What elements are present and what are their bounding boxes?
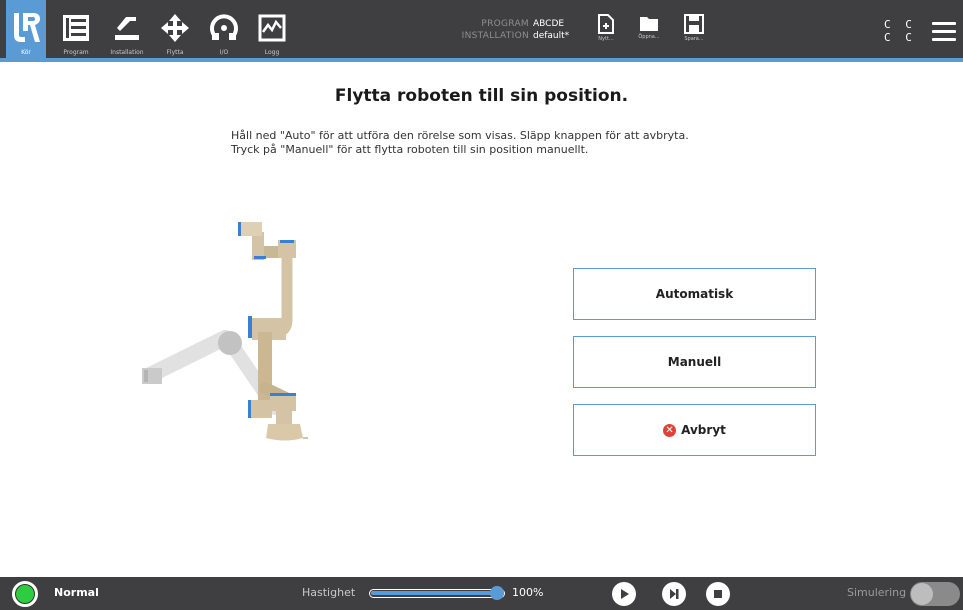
auto-button[interactable]: Automatisk — [573, 268, 816, 320]
speed-slider-handle[interactable] — [490, 586, 504, 600]
nav-move-label: Flytta — [166, 49, 184, 56]
robot-mode-indicator[interactable]: C C C C — [884, 18, 916, 44]
new-file-label: Nytt... — [598, 36, 614, 42]
instructions: Håll ned "Auto" för att utföra den rörel… — [231, 129, 689, 157]
cc-row-2: C C — [884, 31, 916, 44]
ur-logo-icon — [6, 8, 46, 48]
nav-installation-label: Installation — [110, 49, 144, 56]
cc-row-1: C C — [884, 18, 916, 31]
nav-program-label: Program — [63, 49, 89, 56]
footer-bar: Normal Hastighet 100% Simulering — [0, 577, 963, 610]
speed-label: Hastighet — [302, 586, 356, 599]
error-x-icon: ✕ — [663, 423, 677, 437]
step-icon — [670, 589, 679, 599]
app-window: Kör Program Installation Flytta I/O Logg… — [0, 0, 963, 610]
play-button[interactable] — [612, 582, 636, 606]
manual-button-label: Manuell — [667, 355, 722, 369]
speed-slider-fill — [371, 591, 503, 595]
nav-installation[interactable]: Installation — [104, 0, 150, 58]
nav-io-label: I/O — [219, 49, 229, 56]
save-file-label: Spara... — [684, 36, 704, 42]
move-icon — [155, 8, 195, 48]
status-text: Normal — [54, 586, 99, 599]
program-key: PROGRAM — [481, 19, 529, 29]
auto-button-label: Automatisk — [655, 287, 734, 301]
nav-run-label: Kör — [21, 49, 31, 56]
cancel-button[interactable]: ✕ Avbryt — [573, 404, 816, 456]
nav-move[interactable]: Flytta — [155, 0, 195, 58]
program-info: PROGRAM ABCDE INSTALLATION default* — [440, 18, 570, 42]
robot-arm-illustration — [142, 222, 308, 441]
status-indicator-icon[interactable] — [12, 581, 38, 607]
speed-value: 100% — [512, 586, 544, 599]
cancel-button-label: Avbryt — [681, 423, 726, 437]
hamburger-menu-icon[interactable] — [932, 22, 956, 42]
program-icon — [56, 8, 96, 48]
open-file-label: Öppna... — [638, 34, 660, 40]
new-file-icon — [598, 14, 614, 34]
program-name: ABCDE — [533, 19, 565, 29]
open-folder-icon — [640, 17, 658, 31]
nav-log[interactable]: Logg — [252, 0, 292, 58]
nav-program[interactable]: Program — [56, 0, 96, 58]
step-button[interactable] — [662, 582, 686, 606]
simulation-label: Simulering — [847, 586, 907, 599]
speed-slider[interactable] — [369, 586, 505, 600]
io-icon — [204, 8, 244, 48]
simulation-toggle-knob — [911, 583, 933, 605]
nav-log-label: Logg — [264, 49, 280, 56]
stop-button[interactable] — [706, 582, 730, 606]
installation-name: default* — [533, 31, 570, 41]
instruction-line-2: Tryck på "Manuell" för att flytta robote… — [231, 143, 589, 156]
save-icon — [684, 14, 704, 34]
save-file-button[interactable]: Spara... — [676, 14, 712, 58]
simulation-toggle[interactable] — [910, 582, 960, 606]
installation-key: INSTALLATION — [461, 31, 529, 41]
installation-icon — [107, 8, 147, 48]
log-icon — [252, 8, 292, 48]
new-file-button[interactable]: Nytt... — [588, 14, 624, 58]
page-title: Flytta roboten till sin position. — [334, 86, 629, 106]
header-bar: Kör Program Installation Flytta I/O Logg… — [0, 0, 963, 62]
nav-io[interactable]: I/O — [204, 0, 244, 58]
stop-icon — [714, 590, 722, 598]
header-accent-line — [0, 58, 963, 62]
open-file-button[interactable]: Öppna... — [631, 14, 667, 58]
manual-button[interactable]: Manuell — [573, 336, 816, 388]
play-icon — [621, 589, 629, 599]
instruction-line-1: Håll ned "Auto" för att utföra den rörel… — [231, 129, 689, 142]
nav-run[interactable]: Kör — [6, 0, 46, 58]
